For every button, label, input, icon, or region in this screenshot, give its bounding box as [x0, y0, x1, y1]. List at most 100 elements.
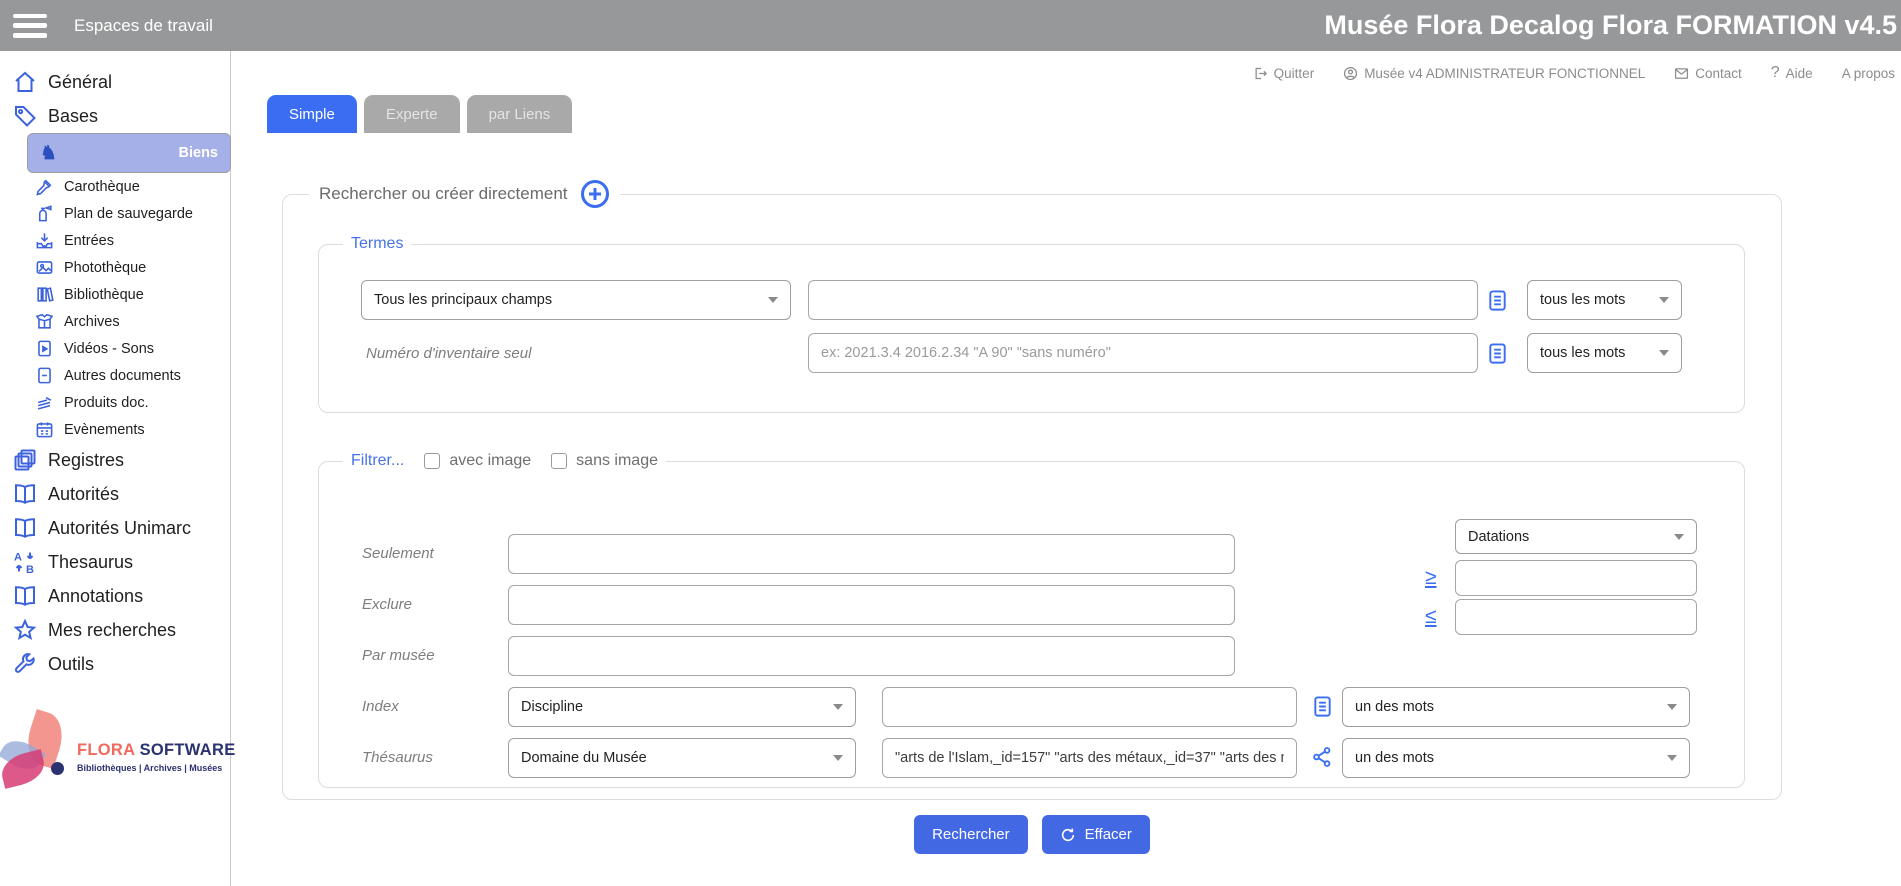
sidebar-item-archives[interactable]: Archives — [27, 308, 230, 335]
avec-image-checkbox-label[interactable]: avec image — [424, 452, 531, 470]
par-musee-label: Par musée — [362, 636, 435, 676]
lookup-list-icon[interactable] — [1311, 695, 1334, 718]
tab-par-liens[interactable]: par Liens — [467, 95, 573, 133]
filtrer-fieldset: Filtrer... avec image sans image Seuleme… — [318, 452, 1745, 788]
sidebar-item-label: Mes recherches — [48, 620, 176, 641]
datations-select[interactable]: Datations — [1455, 519, 1697, 554]
match-mode-select[interactable]: tous les mots — [1527, 333, 1682, 373]
sidebar-item-biens[interactable]: ♞ Biens — [27, 133, 231, 173]
video-file-icon — [35, 339, 54, 358]
sidebar-item-phototheque[interactable]: Photothèque — [27, 254, 230, 281]
sidebar-item-label: Plan de sauvegarde — [64, 206, 193, 222]
sidebar-item-label: Bases — [48, 106, 98, 127]
chevron-down-icon — [768, 297, 778, 303]
books-icon — [35, 285, 54, 304]
sidebar-item-bases[interactable]: Bases — [0, 99, 230, 133]
chevron-down-icon — [1667, 704, 1677, 710]
index-label: Index — [362, 687, 399, 727]
main-search-row: Tous les principaux champs tous les mots — [361, 280, 1744, 320]
sidebar-item-label: Evènements — [64, 422, 145, 438]
contact-link[interactable]: Contact — [1674, 66, 1742, 81]
thesaurus-select[interactable]: Domaine du Musée — [508, 738, 856, 778]
chevron-down-icon — [1667, 755, 1677, 761]
avec-image-checkbox[interactable] — [424, 453, 440, 469]
rechercher-button[interactable]: Rechercher — [914, 815, 1028, 854]
thesaurus-input[interactable] — [882, 738, 1297, 778]
sidebar-item-autorites[interactable]: Autorités — [0, 477, 230, 511]
panel-legend: Rechercher ou créer directement — [309, 179, 620, 209]
sidebar-item-produits-doc[interactable]: Produits doc. — [27, 389, 230, 416]
sidebar-item-label: Bibliothèque — [64, 287, 144, 303]
document-icon — [35, 366, 54, 385]
par-musee-input[interactable] — [508, 636, 1235, 676]
sidebar-item-mes-recherches[interactable]: Mes recherches — [0, 613, 230, 647]
filtrer-legend: Filtrer... avec image sans image — [343, 452, 666, 470]
svg-text:A: A — [14, 552, 22, 564]
sans-image-checkbox[interactable] — [551, 453, 567, 469]
sidebar-item-label: Autorités — [48, 484, 119, 505]
apropos-link[interactable]: A propos — [1842, 66, 1895, 81]
index-match-select[interactable]: un des mots — [1342, 687, 1690, 727]
top-bar: Espaces de travail Musée Flora Decalog F… — [0, 0, 1901, 51]
tag-icon — [13, 104, 37, 128]
sidebar-item-carotheque[interactable]: Carothèque — [27, 173, 230, 200]
inventory-input[interactable] — [808, 333, 1478, 373]
sidebar-item-label: Entrées — [64, 233, 114, 249]
svg-text:B: B — [26, 564, 34, 574]
sidebar-item-evenements[interactable]: Evènements — [27, 416, 230, 443]
open-book-icon — [13, 516, 37, 540]
search-create-panel: Rechercher ou créer directement Termes T… — [282, 179, 1782, 800]
sidebar-item-label: Carothèque — [64, 179, 140, 195]
quitter-link[interactable]: Quitter — [1253, 66, 1315, 81]
thesaurus-match-select[interactable]: un des mots — [1342, 738, 1690, 778]
plus-circle-icon[interactable] — [580, 179, 610, 209]
sidebar-item-videos-sons[interactable]: Vidéos - Sons — [27, 335, 230, 362]
sidebar-item-outils[interactable]: Outils — [0, 647, 230, 681]
sidebar-item-registres[interactable]: Registres — [0, 443, 230, 477]
tab-experte[interactable]: Experte — [364, 95, 460, 133]
search-mode-tabs: Simple Experte par Liens — [267, 95, 572, 133]
hamburger-menu-icon[interactable] — [13, 14, 47, 38]
chevron-down-icon — [1674, 534, 1684, 540]
flora-software-logo: FLORA SOFTWARE Bibliothèques | Archives … — [0, 707, 230, 817]
refresh-icon — [1060, 827, 1076, 843]
index-input[interactable] — [882, 687, 1297, 727]
chevron-down-icon — [1659, 350, 1669, 356]
question-mark-icon: ? — [1771, 64, 1780, 82]
tab-simple[interactable]: Simple — [267, 95, 357, 133]
sidebar-item-entrees[interactable]: Entrées — [27, 227, 230, 254]
main-content: Quitter Musée v4 ADMINISTRATEUR FONCTION… — [231, 51, 1901, 886]
seulement-input[interactable] — [508, 534, 1235, 574]
effacer-button[interactable]: Effacer — [1042, 815, 1150, 854]
seulement-label: Seulement — [362, 534, 434, 574]
sidebar-item-general[interactable]: Général — [0, 65, 230, 99]
index-select[interactable]: Discipline — [508, 687, 856, 727]
sidebar-item-autorites-unimarc[interactable]: Autorités Unimarc — [0, 511, 230, 545]
exclure-input[interactable] — [508, 585, 1235, 625]
sidebar-item-annotations[interactable]: Annotations — [0, 579, 230, 613]
main-search-input[interactable] — [808, 280, 1478, 320]
datation-max-input[interactable] — [1455, 599, 1697, 635]
sans-image-checkbox-label[interactable]: sans image — [551, 452, 658, 470]
aide-link[interactable]: ? Aide — [1771, 64, 1813, 82]
logo-brand: FLORA SOFTWARE — [77, 741, 236, 760]
datation-min-input[interactable] — [1455, 560, 1697, 596]
app-title: Musée Flora Decalog Flora FORMATION v4.5 — [1324, 10, 1897, 41]
fire-extinguisher-icon — [35, 204, 54, 223]
sidebar-item-autres-documents[interactable]: Autres documents — [27, 362, 230, 389]
sidebar-item-plan-sauvegarde[interactable]: Plan de sauvegarde — [27, 200, 230, 227]
sidebar-item-label: Thesaurus — [48, 552, 133, 573]
actions-row: Rechercher Effacer — [282, 815, 1782, 854]
inventory-row: Numéro d'inventaire seul tous les mots — [366, 333, 1744, 373]
sidebar-item-thesaurus[interactable]: AB Thesaurus — [0, 545, 230, 579]
user-account[interactable]: Musée v4 ADMINISTRATEUR FONCTIONNEL — [1343, 66, 1645, 81]
lookup-list-icon[interactable] — [1486, 342, 1509, 365]
sidebar-item-bibliotheque[interactable]: Bibliothèque — [27, 281, 230, 308]
match-mode-select[interactable]: tous les mots — [1527, 280, 1682, 320]
field-select[interactable]: Tous les principaux champs — [361, 280, 791, 320]
thesaurus-share-icon[interactable] — [1311, 746, 1333, 768]
sort-a-b-icon: AB — [13, 550, 37, 574]
sidebar-item-label: Biens — [179, 145, 219, 161]
inbox-download-icon — [35, 231, 54, 250]
lookup-list-icon[interactable] — [1486, 289, 1509, 312]
